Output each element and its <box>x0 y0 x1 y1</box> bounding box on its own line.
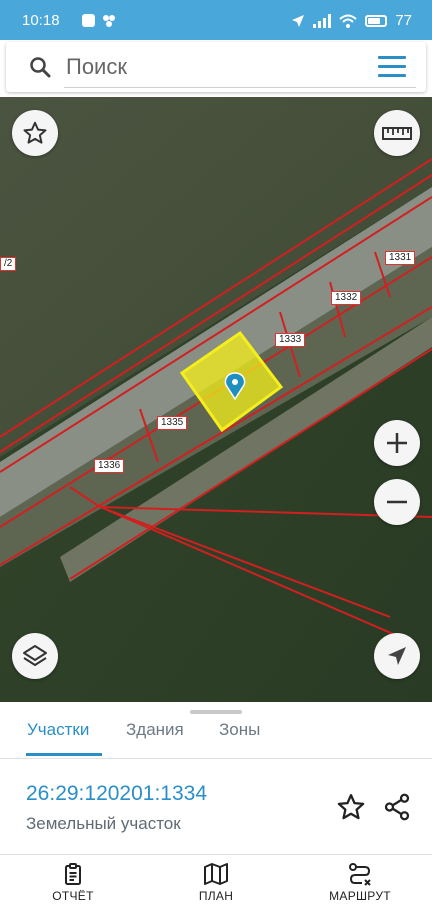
nav-plan[interactable]: ПЛАН <box>161 860 271 910</box>
parcel-label[interactable]: 1336 <box>94 459 125 473</box>
ruler-icon[interactable] <box>382 123 412 143</box>
status-time: 10:18 <box>22 12 60 29</box>
location-arrow-icon <box>292 14 305 27</box>
tab-active-indicator <box>26 753 102 756</box>
favorite-star-button[interactable] <box>12 110 58 156</box>
signal-icon <box>313 13 332 28</box>
nav-report[interactable]: ОТЧЁТ <box>18 860 128 910</box>
tab-buildings[interactable]: Здания <box>126 720 184 740</box>
nav-plan-label: ПЛАН <box>198 889 234 903</box>
layers-button[interactable] <box>12 633 58 679</box>
parcel-label[interactable]: 1331 <box>385 251 416 265</box>
tab-zones[interactable]: Зоны <box>219 720 260 740</box>
tab-parcels[interactable]: Участки <box>27 720 89 740</box>
parcel-label[interactable]: 1335 <box>157 416 188 430</box>
search-icon[interactable] <box>28 55 52 79</box>
report-clipboard-icon[interactable] <box>61 862 85 886</box>
tabs-divider <box>0 758 432 759</box>
status-right: 77 <box>291 12 412 29</box>
zoom-in-icon[interactable] <box>384 430 410 456</box>
search-underline <box>64 87 416 88</box>
nav-route[interactable]: МАРШРУТ <box>305 860 415 910</box>
notification-square-icon <box>82 14 95 27</box>
ruler-button[interactable] <box>374 110 420 156</box>
route-icon[interactable] <box>347 862 373 886</box>
bookmark-star-icon[interactable] <box>336 792 366 822</box>
search-bar[interactable]: Поиск <box>6 42 426 92</box>
bottom-navigation: ОТЧЁТ ПЛАН МАРШРУТ <box>0 860 432 910</box>
wifi-icon <box>339 14 357 28</box>
app-dots-icon <box>103 15 115 27</box>
satellite-map[interactable] <box>0 97 432 702</box>
my-location-icon[interactable] <box>385 644 409 668</box>
parcel-label[interactable]: 1332 <box>331 291 362 305</box>
map-view[interactable]: 1331 1332 1333 1335 1336 /2 <box>0 97 432 702</box>
content-divider <box>0 854 432 855</box>
parcel-label[interactable]: 1333 <box>275 333 306 347</box>
zoom-out-button[interactable] <box>374 479 420 525</box>
parcel-type-label: Земельный участок <box>26 814 181 833</box>
nav-report-label: ОТЧЁТ <box>52 889 94 903</box>
parcel-label[interactable]: /2 <box>0 257 17 271</box>
zoom-out-icon[interactable] <box>384 489 410 515</box>
app-screen: 10:18 77 Поиск 1331 1332 1333 1335 1336 … <box>0 0 432 910</box>
map-plan-icon[interactable] <box>203 862 229 886</box>
favorite-star-icon[interactable] <box>22 120 48 146</box>
status-bar: 10:18 77 <box>0 0 432 40</box>
share-icon[interactable] <box>382 792 412 822</box>
status-notifications <box>82 14 117 27</box>
parcel-cadastral-number[interactable]: 26:29:120201:1334 <box>26 782 207 806</box>
layers-icon[interactable] <box>21 642 49 670</box>
zoom-in-button[interactable] <box>374 420 420 466</box>
nav-route-label: МАРШРУТ <box>329 889 391 903</box>
battery-level <box>368 17 381 24</box>
tab-bar: Участки Здания Зоны <box>0 716 432 758</box>
search-input[interactable]: Поиск <box>66 54 127 80</box>
battery-percent: 77 <box>395 12 412 29</box>
battery-icon <box>365 14 388 27</box>
hamburger-menu-icon[interactable] <box>378 56 406 78</box>
sheet-drag-handle[interactable] <box>190 710 242 714</box>
my-location-button[interactable] <box>374 633 420 679</box>
